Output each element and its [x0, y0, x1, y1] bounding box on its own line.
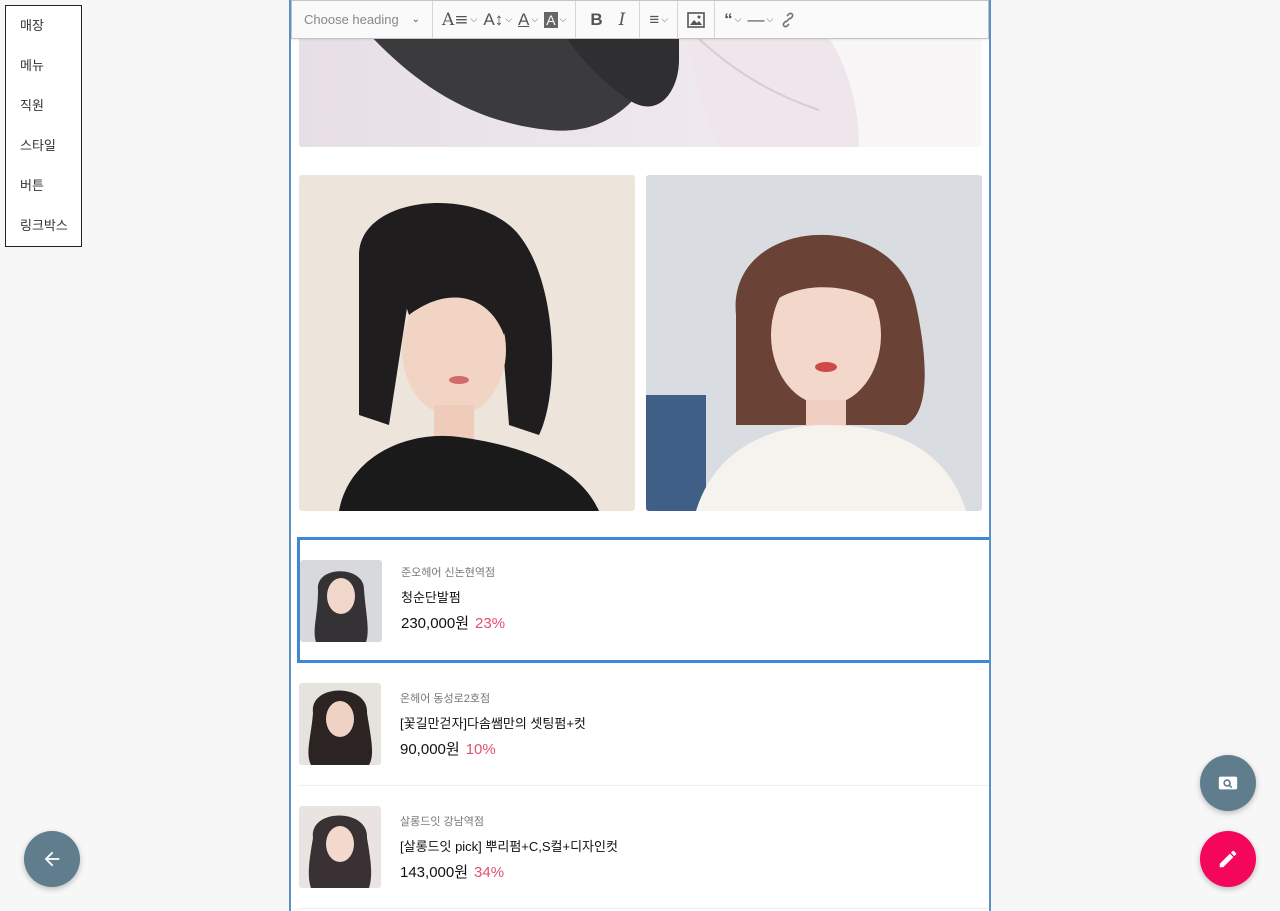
heading-dropdown-label: Choose heading: [304, 12, 399, 27]
font-color-icon: A: [518, 9, 530, 29]
product-title: [꽃길만걷자]다솜쌤만의 셋팅펌+컷: [400, 716, 586, 731]
horizontal-line-button[interactable]: — ⌵: [744, 6, 776, 34]
background-color-icon: A: [544, 11, 558, 28]
font-tools-group: A≡ ⌵ A↕ ⌵ A ⌵ A ⌵: [433, 1, 577, 38]
font-size-icon: A↕: [483, 9, 504, 29]
chevron-down-icon: ⌵: [505, 14, 513, 24]
side-menu-item-linkbox[interactable]: 링크박스: [6, 206, 81, 246]
side-menu-item-menu[interactable]: 메뉴: [6, 46, 81, 86]
font-size-button[interactable]: A↕ ⌵: [480, 6, 515, 34]
product-discount: 10%: [465, 741, 496, 758]
bold-button[interactable]: B: [582, 6, 610, 34]
product-price: 230,000원: [401, 615, 470, 632]
link-icon: [782, 12, 794, 27]
back-button[interactable]: [24, 831, 80, 887]
link-button[interactable]: [776, 6, 800, 34]
font-family-button[interactable]: A≡ ⌵: [439, 6, 480, 34]
side-menu-item-style[interactable]: 스타일: [6, 126, 81, 166]
heading-dropdown[interactable]: Choose heading ⌄: [292, 1, 433, 38]
chevron-down-icon: ⌵: [470, 14, 478, 24]
alignment-button[interactable]: ≡ ⌵: [646, 6, 671, 34]
alignment-icon: ≡: [649, 9, 660, 29]
product-title: [살롱드잇 pick] 뿌리펌+C,S컬+디자인컷: [400, 839, 618, 854]
blockquote-button[interactable]: “⌵: [721, 6, 744, 34]
chevron-down-icon: ⌄: [411, 14, 420, 25]
hair-photo-left[interactable]: [299, 175, 635, 511]
product-price: 90,000원: [400, 741, 460, 758]
product-card[interactable]: 살롱드잇 강남역점 [살롱드잇 pick] 뿌리펌+C,S컬+디자인컷 143,…: [299, 786, 989, 909]
product-card[interactable]: 온헤어 동성로2호점 [꽃길만걷자]다솜쌤만의 셋팅펌+컷 90,000원 10%: [299, 663, 989, 786]
image-search-icon: [1218, 776, 1238, 790]
editor-content[interactable]: 준오헤어 신논현역점 청순단발펌 230,000원 23% 온헤어 동성로2호점 …: [289, 0, 991, 911]
side-menu: 매장 메뉴 직원 스타일 버튼 링크박스: [5, 5, 82, 247]
product-discount: 23%: [475, 615, 506, 632]
italic-button[interactable]: I: [611, 6, 634, 34]
horizontal-line-icon: —: [747, 9, 765, 29]
product-shop: 살롱드잇 강남역점: [400, 816, 485, 828]
insert-image-button[interactable]: [684, 6, 708, 34]
image-search-button[interactable]: [1200, 755, 1256, 811]
background-color-button[interactable]: A ⌵: [541, 6, 569, 34]
pencil-icon: [1219, 850, 1237, 868]
product-card[interactable]: 준오헤어 신논현역점 청순단발펌 230,000원 23%: [297, 537, 989, 663]
editor-toolbar: Choose heading ⌄ A≡ ⌵ A↕ ⌵ A ⌵ A ⌵ B I ≡…: [291, 0, 989, 39]
side-menu-item-store[interactable]: 매장: [6, 6, 81, 46]
image-icon: [687, 11, 705, 28]
edit-button[interactable]: [1200, 831, 1256, 887]
chevron-down-icon: ⌵: [734, 14, 742, 24]
italic-icon: I: [618, 9, 626, 30]
chevron-down-icon: ⌵: [766, 14, 774, 24]
text-style-group: B I: [576, 1, 641, 38]
chevron-down-icon: ⌵: [531, 14, 539, 24]
chevron-down-icon: ⌵: [661, 14, 669, 24]
hair-photo-right[interactable]: [646, 175, 982, 511]
chevron-down-icon: ⌵: [559, 14, 567, 24]
product-price: 143,000원: [400, 864, 469, 881]
product-thumbnail: [299, 806, 381, 888]
product-title: 청순단발펌: [401, 590, 461, 605]
side-menu-item-staff[interactable]: 직원: [6, 86, 81, 126]
product-shop: 온헤어 동성로2호점: [400, 693, 491, 705]
product-thumbnail: [300, 560, 382, 642]
insert-image-group: [678, 1, 716, 38]
font-color-button[interactable]: A ⌵: [515, 6, 541, 34]
alignment-group: ≡ ⌵: [640, 1, 679, 38]
side-menu-item-button[interactable]: 버튼: [6, 166, 81, 206]
font-family-icon: A≡: [442, 9, 469, 30]
bold-icon: B: [590, 9, 603, 29]
product-thumbnail: [299, 683, 381, 765]
product-shop: 준오헤어 신논현역점: [401, 567, 496, 579]
product-discount: 34%: [474, 864, 505, 881]
arrow-left-icon: [44, 851, 60, 867]
blockquote-icon: “: [724, 9, 733, 29]
insert-tools-group: “⌵ — ⌵: [715, 1, 806, 38]
